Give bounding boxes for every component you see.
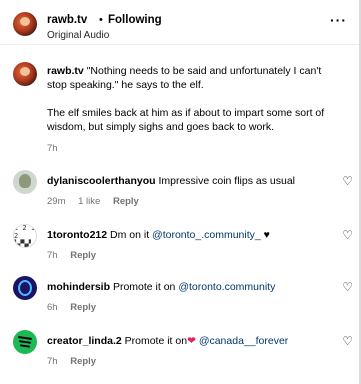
caption-text: rawb.tv "Nothing needs to be said and un… [47, 64, 337, 134]
more-options-icon[interactable]: ··· [330, 12, 347, 28]
mention-link[interactable]: @canada__forever [199, 335, 288, 347]
spotify-wave [19, 344, 31, 348]
comment-body: Impressive coin flips as usual [158, 175, 296, 187]
caption-line1: "Nothing needs to be said and unfortunat… [47, 65, 322, 91]
like-heart-icon[interactable]: ♡ [342, 228, 353, 242]
spotify-wave [18, 340, 32, 344]
comment-likes[interactable]: 1 like [78, 196, 100, 207]
comment-body: Dm on it [110, 229, 150, 241]
comment-text: dylaniscoolerthanyou Impressive coin fli… [47, 174, 337, 188]
comment-username[interactable]: creator_linda.2 [47, 335, 122, 347]
reply-button[interactable]: Reply [70, 250, 96, 261]
comment-username[interactable]: dylaniscoolerthanyou [47, 175, 156, 187]
caption-meta: 7h [47, 143, 68, 154]
comment-username[interactable]: mohindersib [47, 281, 110, 293]
comment-item: dylaniscoolerthanyou Impressive coin fli… [13, 170, 353, 210]
audio-label[interactable]: Original Audio [47, 30, 109, 41]
comment-text: creator_linda.2 Promote it on❤ @canada__… [47, 334, 337, 348]
mention-link[interactable]: @toronto.community [178, 281, 275, 293]
caption-time: 7h [47, 143, 58, 154]
comment-avatar[interactable]: 1 2 1 2 ▚▞▚▞ [13, 224, 37, 248]
comment-time: 29m [47, 196, 66, 207]
caption: rawb.tv "Nothing needs to be said and un… [13, 62, 353, 154]
caption-avatar[interactable] [13, 62, 37, 86]
comment-username[interactable]: 1toronto212 [47, 229, 107, 241]
comment-time: 6h [47, 302, 58, 313]
comment-meta: 29m 1 like Reply [47, 196, 149, 207]
like-heart-icon[interactable]: ♡ [342, 280, 353, 294]
comment-time: 7h [47, 356, 58, 367]
spotify-avatar-icon[interactable] [13, 330, 37, 354]
comment-meta: 7h Reply [47, 356, 106, 367]
comment-item: mohindersib Promote it on @toronto.commu… [13, 276, 353, 316]
like-heart-icon[interactable]: ♡ [342, 174, 353, 188]
comment-body: Promote it on [124, 335, 188, 347]
mention-link[interactable]: @toronto_.community_ [152, 229, 261, 241]
comment-meta: 6h Reply [47, 302, 106, 313]
separator-dot: • [99, 14, 103, 26]
author-username[interactable]: rawb.tv [47, 14, 87, 26]
comment-avatar[interactable] [13, 170, 37, 194]
comment-text: mohindersib Promote it on @toronto.commu… [47, 280, 337, 294]
reply-button[interactable]: Reply [70, 356, 96, 367]
header-divider [0, 44, 359, 45]
comment-time: 7h [47, 250, 58, 261]
red-heart-emoji: ❤ [187, 335, 196, 347]
comment-meta: 7h Reply [47, 250, 106, 261]
post-header: rawb.tv • Following Original Audio ··· [13, 10, 353, 44]
comment-item: creator_linda.2 Promote it on❤ @canada__… [13, 330, 353, 370]
comment-avatar[interactable] [13, 276, 37, 300]
following-button[interactable]: Following [108, 14, 162, 26]
reply-button[interactable]: Reply [70, 302, 96, 313]
author-avatar[interactable] [13, 12, 37, 36]
comment-emoji: ♥ [263, 229, 270, 241]
caption-username[interactable]: rawb.tv [47, 65, 84, 77]
comment-body: Promote it on [112, 281, 176, 293]
like-heart-icon[interactable]: ♡ [342, 334, 353, 348]
comment-item: 1 2 1 2 ▚▞▚▞ 1toronto212 Dm on it @toron… [13, 224, 353, 264]
reply-button[interactable]: Reply [113, 196, 139, 207]
caption-line2: The elf smiles back at him as if about t… [47, 107, 325, 133]
comment-text: 1toronto212 Dm on it @toronto_.community… [47, 228, 337, 242]
